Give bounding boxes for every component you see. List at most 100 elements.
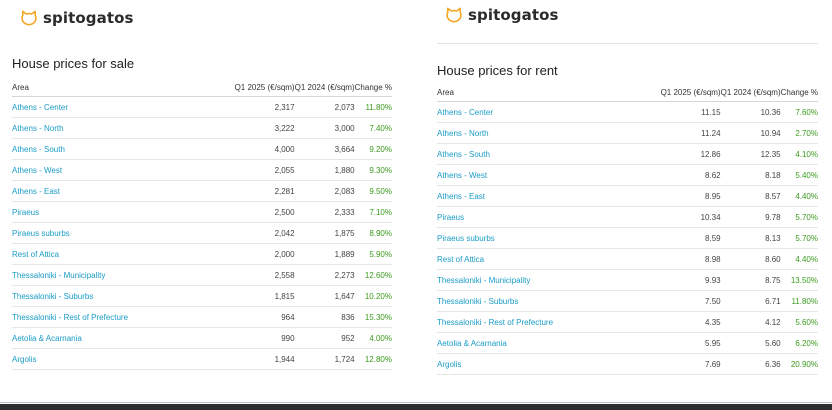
change-value: 11.80% xyxy=(780,290,818,312)
change-value: 9.50% xyxy=(354,180,392,202)
q1-2025-value: 11.15 xyxy=(641,101,721,123)
brand-name: spitogatos xyxy=(468,6,559,24)
area-link[interactable]: Aetolia & Acarnania xyxy=(437,332,642,354)
area-link[interactable]: Thessaloniki - Suburbs xyxy=(437,290,642,312)
table-row: Aetolia & Acarnania 990 952 4.00% xyxy=(12,327,392,349)
q1-2025-value: 7.50 xyxy=(641,290,721,312)
brand-logo[interactable]: spitogatos xyxy=(445,6,559,24)
change-value: 20.90% xyxy=(780,353,818,375)
table-row: Thessaloniki - Municipality 9.93 8.75 13.50… xyxy=(437,269,818,291)
rent-prices-table: Area Q1 2025 (€/sqm) Q1 2024 (€/sqm) Cha… xyxy=(437,83,818,375)
area-link[interactable]: Thessaloniki - Municipality xyxy=(12,264,216,286)
q1-2025-value: 4.35 xyxy=(641,311,721,333)
area-link[interactable]: Thessaloniki - Suburbs xyxy=(12,285,216,307)
q1-2024-value: 8.75 xyxy=(720,269,781,291)
area-link[interactable]: Thessaloniki - Municipality xyxy=(437,269,642,291)
q1-2024-value: 4.12 xyxy=(720,311,781,333)
q1-2025-value: 2,042 xyxy=(215,222,295,244)
q1-2025-value: 5.95 xyxy=(641,332,721,354)
area-link[interactable]: Athens - Center xyxy=(437,101,642,123)
header-change: Change % xyxy=(780,83,818,102)
q1-2025-value: 4,000 xyxy=(215,138,295,160)
q1-2024-value: 12.35 xyxy=(720,143,781,165)
change-value: 5.90% xyxy=(354,243,392,265)
q1-2025-value: 8.95 xyxy=(641,185,721,207)
change-value: 5.70% xyxy=(780,206,818,228)
area-link[interactable]: Aetolia & Acarnania xyxy=(12,327,216,349)
sale-table-title: House prices for sale xyxy=(12,56,135,71)
table-row: Athens - East 8.95 8.57 4.40% xyxy=(437,185,818,207)
q1-2024-value: 3,664 xyxy=(294,138,355,160)
q1-2025-value: 964 xyxy=(215,306,295,328)
area-link[interactable]: Athens - North xyxy=(437,122,642,144)
q1-2025-value: 2,000 xyxy=(215,243,295,265)
brand-name: spitogatos xyxy=(43,9,134,27)
area-link[interactable]: Piraeus suburbs xyxy=(437,227,642,249)
q1-2024-value: 8.13 xyxy=(720,227,781,249)
table-row: Rest of Attica 2,000 1,889 5.90% xyxy=(12,243,392,265)
area-link[interactable]: Athens - North xyxy=(12,117,216,139)
table-row: Aetolia & Acarnania 5.95 5.60 6.20% xyxy=(437,332,818,354)
q1-2024-value: 8.18 xyxy=(720,164,781,186)
cat-logo-icon xyxy=(21,10,37,26)
change-value: 2.70% xyxy=(780,122,818,144)
change-value: 9.20% xyxy=(354,138,392,160)
table-row: Thessaloniki - Municipality 2,558 2,273 12.… xyxy=(12,264,392,286)
area-link[interactable]: Athens - Center xyxy=(12,96,216,118)
area-link[interactable]: Piraeus xyxy=(437,206,642,228)
area-link[interactable]: Piraeus suburbs xyxy=(12,222,216,244)
q1-2024-value: 2,273 xyxy=(294,264,355,286)
q1-2024-value: 1,724 xyxy=(294,348,355,370)
q1-2025-value: 10.34 xyxy=(641,206,721,228)
q1-2025-value: 2,055 xyxy=(215,159,295,181)
table-row: Athens - West 2,055 1,880 9.30% xyxy=(12,159,392,181)
header-change: Change % xyxy=(354,78,392,97)
q1-2024-value: 10.36 xyxy=(720,101,781,123)
table-row: Piraeus suburbs 8.59 8.13 5.70% xyxy=(437,227,818,249)
area-link[interactable]: Athens - West xyxy=(12,159,216,181)
change-value: 13.50% xyxy=(780,269,818,291)
q1-2025-value: 3,222 xyxy=(215,117,295,139)
table-row: Athens - North 3,222 3,000 7.40% xyxy=(12,117,392,139)
q1-2024-value: 1,647 xyxy=(294,285,355,307)
q1-2024-value: 952 xyxy=(294,327,355,349)
q1-2024-value: 10.94 xyxy=(720,122,781,144)
change-value: 9.30% xyxy=(354,159,392,181)
area-link[interactable]: Rest of Attica xyxy=(12,243,216,265)
sale-prices-table: Area Q1 2025 (€/sqm) Q1 2024 (€/sqm) Cha… xyxy=(12,78,392,370)
change-value: 12.80% xyxy=(354,348,392,370)
brand-logo[interactable]: spitogatos xyxy=(20,9,134,27)
area-link[interactable]: Argolis xyxy=(437,353,642,375)
area-link[interactable]: Athens - West xyxy=(437,164,642,186)
q1-2025-value: 12.86 xyxy=(641,143,721,165)
change-value: 6.20% xyxy=(780,332,818,354)
change-value: 5.40% xyxy=(780,164,818,186)
table-row: Athens - South 12.86 12.35 4.10% xyxy=(437,143,818,165)
area-link[interactable]: Athens - South xyxy=(437,143,642,165)
change-value: 12.60% xyxy=(354,264,392,286)
area-link[interactable]: Rest of Attica xyxy=(437,248,642,270)
table-header-row: Area Q1 2025 (€/sqm) Q1 2024 (€/sqm) Cha… xyxy=(437,83,818,102)
change-value: 4.40% xyxy=(780,248,818,270)
table-row: Piraeus suburbs 2,042 1,875 8.90% xyxy=(12,222,392,244)
change-value: 10.20% xyxy=(354,285,392,307)
q1-2024-value: 836 xyxy=(294,306,355,328)
q1-2024-value: 5.60 xyxy=(720,332,781,354)
change-value: 15.30% xyxy=(354,306,392,328)
area-link[interactable]: Piraeus xyxy=(12,201,216,223)
area-link[interactable]: Athens - East xyxy=(12,180,216,202)
q1-2025-value: 8.62 xyxy=(641,164,721,186)
q1-2025-value: 8.98 xyxy=(641,248,721,270)
area-link[interactable]: Athens - South xyxy=(12,138,216,160)
q1-2025-value: 7.69 xyxy=(641,353,721,375)
area-link[interactable]: Argolis xyxy=(12,348,216,370)
area-link[interactable]: Athens - East xyxy=(437,185,642,207)
area-link[interactable]: Thessaloniki - Rest of Prefecture xyxy=(437,311,642,333)
q1-2024-value: 2,073 xyxy=(294,96,355,118)
header-area: Area xyxy=(437,83,642,102)
q1-2024-value: 2,333 xyxy=(294,201,355,223)
table-row: Athens - South 4,000 3,664 9.20% xyxy=(12,138,392,160)
q1-2025-value: 2,500 xyxy=(215,201,295,223)
area-link[interactable]: Thessaloniki - Rest of Prefecture xyxy=(12,306,216,328)
rent-table-body: Athens - Center 11.15 10.36 7.60% Athens - N… xyxy=(437,101,818,375)
